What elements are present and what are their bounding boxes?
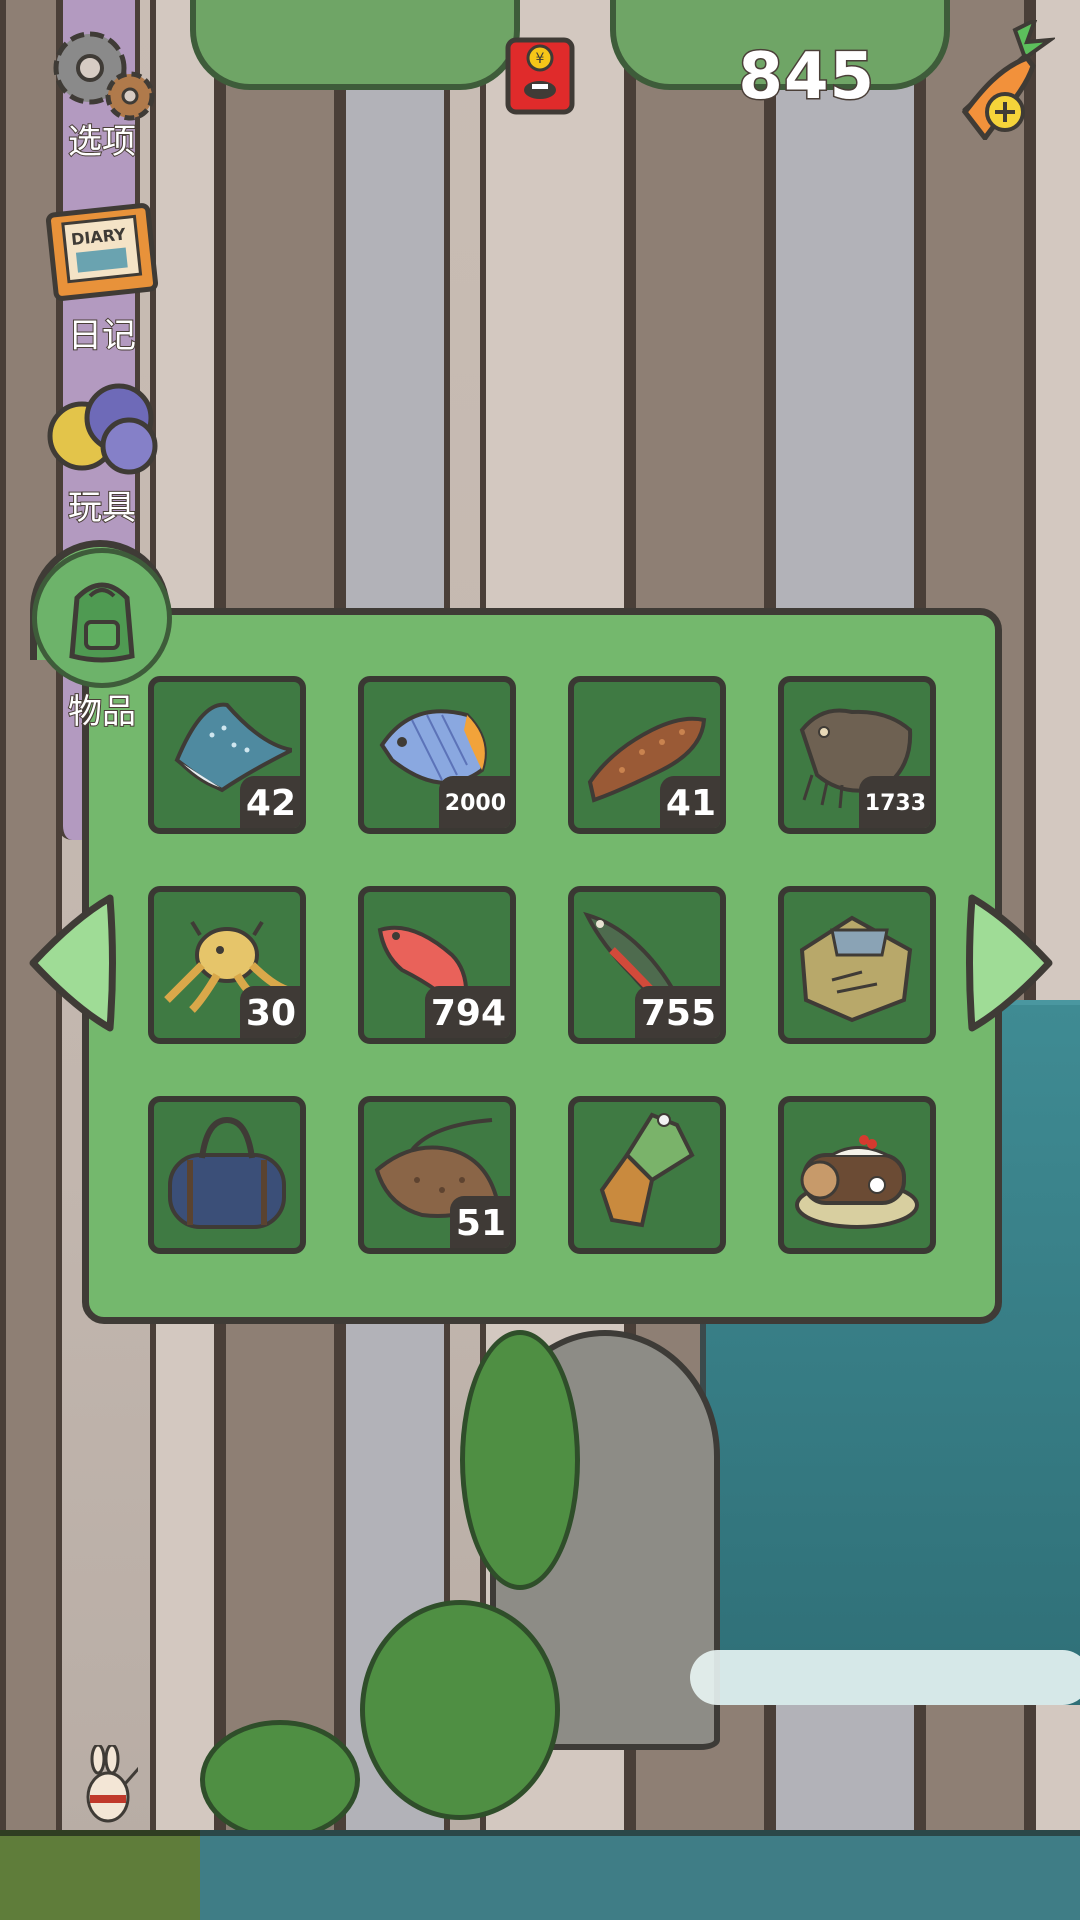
grass-ledge — [0, 1830, 200, 1920]
svg-text:¥: ¥ — [536, 51, 545, 67]
yule-log-cake-icon — [795, 1135, 919, 1229]
menu-toys[interactable]: 玩具 — [32, 378, 172, 529]
inventory-grid: 42 2000 41 1733 30 794 755 51 — [148, 676, 936, 1256]
item-count: 1733 — [858, 776, 930, 828]
next-page-arrow-icon[interactable] — [965, 888, 1057, 1038]
leafy-bush — [360, 1600, 560, 1820]
inventory-slot[interactable] — [778, 886, 936, 1044]
red-envelope-icon[interactable]: ¥ — [502, 32, 578, 118]
item-count: 2000 — [438, 776, 510, 828]
inventory-slot[interactable]: 30 — [148, 886, 306, 1044]
duffel-bag-icon — [168, 1116, 286, 1229]
menu-items-bubble — [32, 548, 172, 688]
diary-icon: DIARY — [45, 203, 159, 301]
toy-balls-icon — [47, 383, 158, 475]
inventory-slot[interactable]: 794 — [358, 886, 516, 1044]
menu-diary[interactable]: DIARY 日记 — [32, 198, 172, 357]
fishing-bunny-icon — [86, 1745, 138, 1823]
menu-label: 玩具 — [67, 487, 137, 529]
item-count: 41 — [659, 776, 720, 828]
menu-label: 日记 — [67, 315, 137, 357]
inventory-slot[interactable]: 41 — [568, 676, 726, 834]
gear-icon — [53, 31, 155, 121]
item-count: 794 — [424, 986, 510, 1038]
inventory-slot[interactable]: 755 — [568, 886, 726, 1044]
menu-options[interactable]: 选项 — [32, 18, 172, 163]
carrot-add-icon[interactable] — [955, 20, 1055, 140]
leafy-bush — [200, 1720, 360, 1840]
item-count: 755 — [634, 986, 720, 1038]
inventory-slot[interactable] — [568, 1096, 726, 1254]
backpack-icon — [69, 582, 135, 663]
inventory-slot[interactable]: 42 — [148, 676, 306, 834]
tree-canopy — [190, 0, 520, 90]
carrot-currency-count: 845 — [737, 39, 876, 116]
inventory-slot[interactable]: 1733 — [778, 676, 936, 834]
inventory-slot[interactable] — [778, 1096, 936, 1254]
item-count: 42 — [239, 776, 300, 828]
item-count: 51 — [449, 1196, 510, 1248]
menu-label: 选项 — [67, 121, 137, 163]
leafy-bush — [460, 1330, 580, 1590]
inventory-slot[interactable]: 2000 — [358, 676, 516, 834]
inventory-slot[interactable]: 51 — [358, 1096, 516, 1254]
item-count: 30 — [239, 986, 300, 1038]
inventory-slot[interactable] — [148, 1096, 306, 1254]
waterfall-foam — [690, 1650, 1080, 1705]
previous-page-arrow-icon[interactable] — [25, 888, 117, 1038]
map-scroll-icon — [799, 915, 913, 1023]
taiyaki-ice-cream-icon — [599, 1112, 695, 1228]
